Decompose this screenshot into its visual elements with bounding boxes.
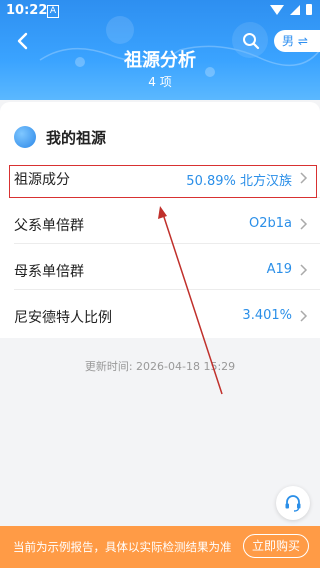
header: 10:22 A 祖源分析 4 项 男 ⇌ (0, 0, 320, 100)
update-time: 更新时间: 2026-04-18 15:29 (84, 360, 236, 373)
row-value: A19 (266, 262, 292, 277)
page-subtitle: 4 项 (148, 75, 172, 89)
globe-icon (14, 126, 36, 148)
row-paternal-haplogroup[interactable]: 父系单倍群 O2b1a (0, 204, 320, 244)
section-title: 我的祖源 (46, 128, 107, 147)
status-icons (270, 4, 312, 15)
chevron-right-icon (300, 264, 308, 276)
notification-icon: A (47, 5, 59, 18)
divider (14, 243, 320, 244)
ancestry-card: 我的祖源 祖源成分 50.89% 北方汉族 父系单倍群 O2b1a 母系单倍群 … (0, 102, 320, 338)
chevron-right-icon (300, 310, 308, 322)
section-header: 我的祖源 (14, 126, 106, 148)
buy-now-button[interactable]: 立即购买 (243, 534, 309, 558)
row-maternal-haplogroup[interactable]: 母系单倍群 A19 (0, 250, 320, 290)
signal-icon (290, 4, 300, 15)
bottom-bar: 当前为示例报告，具体以实际检测结果为准 立即购买 (0, 526, 320, 568)
wifi-icon (270, 4, 284, 15)
gender-switch-button[interactable]: 男 ⇌ (274, 30, 320, 52)
headset-icon (285, 495, 301, 512)
customer-service-button[interactable] (276, 486, 310, 520)
battery-icon (306, 4, 312, 15)
highlight-box (9, 165, 317, 198)
row-neanderthal-ratio[interactable]: 尼安德特人比例 3.401% (0, 296, 320, 336)
divider (14, 289, 320, 290)
status-bar: 10:22 A (0, 0, 320, 22)
status-time: 10:22 (6, 3, 48, 18)
row-value: 3.401% (242, 308, 292, 323)
row-label: 父系单倍群 (14, 218, 84, 234)
search-icon[interactable] (242, 32, 260, 50)
row-label: 尼安德特人比例 (14, 310, 112, 326)
sample-report-notice: 当前为示例报告，具体以实际检测结果为准 (13, 540, 232, 554)
chevron-right-icon (300, 218, 308, 230)
row-value: O2b1a (249, 216, 292, 231)
row-label: 母系单倍群 (14, 264, 84, 280)
page-title: 祖源分析 (124, 50, 196, 71)
